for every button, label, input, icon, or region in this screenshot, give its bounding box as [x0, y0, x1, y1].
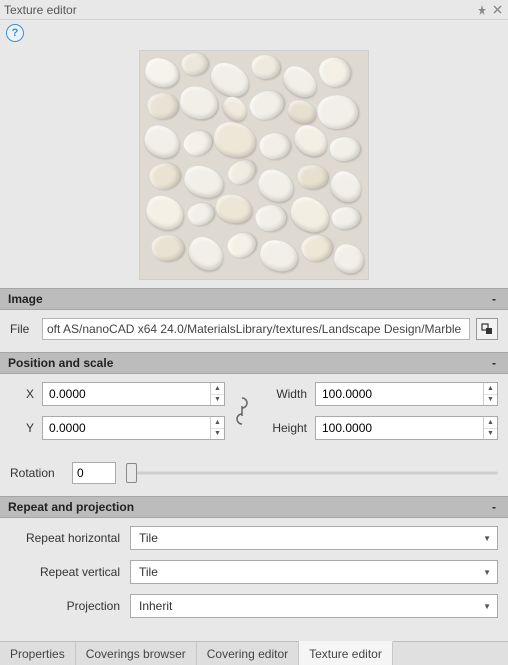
tab-coverings-browser[interactable]: Coverings browser — [76, 642, 197, 665]
tab-texture-editor[interactable]: Texture editor — [299, 641, 393, 665]
section-title: Image — [8, 292, 43, 306]
section-title: Position and scale — [8, 356, 113, 370]
height-label: Height — [259, 421, 307, 435]
spin-up-icon[interactable]: ▲ — [211, 417, 224, 429]
collapse-icon[interactable]: - — [488, 356, 500, 370]
collapse-icon[interactable]: - — [488, 500, 500, 514]
window-title: Texture editor — [4, 3, 77, 17]
y-input[interactable]: ▲▼ — [42, 416, 225, 440]
chevron-down-icon: ▼ — [483, 568, 491, 577]
spin-up-icon[interactable]: ▲ — [211, 383, 224, 395]
texture-preview — [139, 50, 369, 280]
section-header-position[interactable]: Position and scale - — [0, 352, 508, 374]
y-field[interactable] — [43, 417, 210, 439]
y-label: Y — [10, 421, 34, 435]
slider-track — [126, 472, 498, 475]
close-icon[interactable] — [493, 5, 502, 15]
titlebar: Texture editor — [0, 0, 508, 20]
height-input[interactable]: ▲▼ — [315, 416, 498, 440]
select-value: Inherit — [139, 599, 172, 613]
height-field[interactable] — [316, 417, 483, 439]
help-row: ? — [0, 20, 508, 46]
link-xy-icon[interactable] — [233, 396, 251, 426]
help-button[interactable]: ? — [6, 24, 24, 42]
width-input[interactable]: ▲▼ — [315, 382, 498, 406]
file-path-input[interactable] — [42, 318, 470, 340]
spin-down-icon[interactable]: ▼ — [211, 395, 224, 406]
tab-properties[interactable]: Properties — [0, 642, 76, 665]
section-body-image: File — [0, 310, 508, 352]
section-body-position: X ▲▼ Width ▲▼ Y ▲▼ Height ▲▼ Rotation — [0, 374, 508, 496]
window-controls — [477, 5, 502, 15]
width-label: Width — [259, 387, 307, 401]
texture-preview-container — [0, 46, 508, 288]
rotation-input[interactable] — [72, 462, 116, 484]
x-field[interactable] — [43, 383, 210, 405]
select-value: Tile — [139, 531, 158, 545]
chevron-down-icon: ▼ — [483, 534, 491, 543]
section-body-repeat: Repeat horizontal Tile ▼ Repeat vertical… — [0, 518, 508, 630]
rotation-label: Rotation — [10, 466, 62, 480]
tab-covering-editor[interactable]: Covering editor — [197, 642, 299, 665]
slider-thumb[interactable] — [126, 463, 137, 483]
spin-up-icon[interactable]: ▲ — [484, 383, 497, 395]
rotation-slider[interactable] — [126, 463, 498, 483]
select-value: Tile — [139, 565, 158, 579]
spin-down-icon[interactable]: ▼ — [484, 429, 497, 440]
width-field[interactable] — [316, 383, 483, 405]
repeat-v-select[interactable]: Tile ▼ — [130, 560, 498, 584]
collapse-icon[interactable]: - — [488, 292, 500, 306]
browse-file-button[interactable] — [476, 318, 498, 340]
spin-down-icon[interactable]: ▼ — [211, 429, 224, 440]
file-label: File — [10, 322, 36, 336]
projection-select[interactable]: Inherit ▼ — [130, 594, 498, 618]
repeat-v-label: Repeat vertical — [10, 565, 130, 579]
repeat-h-label: Repeat horizontal — [10, 531, 130, 545]
spin-down-icon[interactable]: ▼ — [484, 395, 497, 406]
section-header-image[interactable]: Image - — [0, 288, 508, 310]
chevron-down-icon: ▼ — [483, 602, 491, 611]
spin-up-icon[interactable]: ▲ — [484, 417, 497, 429]
projection-label: Projection — [10, 599, 130, 613]
x-label: X — [10, 387, 34, 401]
section-title: Repeat and projection — [8, 500, 134, 514]
pin-icon[interactable] — [477, 5, 487, 15]
tabbar: Properties Coverings browser Covering ed… — [0, 641, 508, 665]
section-header-repeat[interactable]: Repeat and projection - — [0, 496, 508, 518]
x-input[interactable]: ▲▼ — [42, 382, 225, 406]
repeat-h-select[interactable]: Tile ▼ — [130, 526, 498, 550]
